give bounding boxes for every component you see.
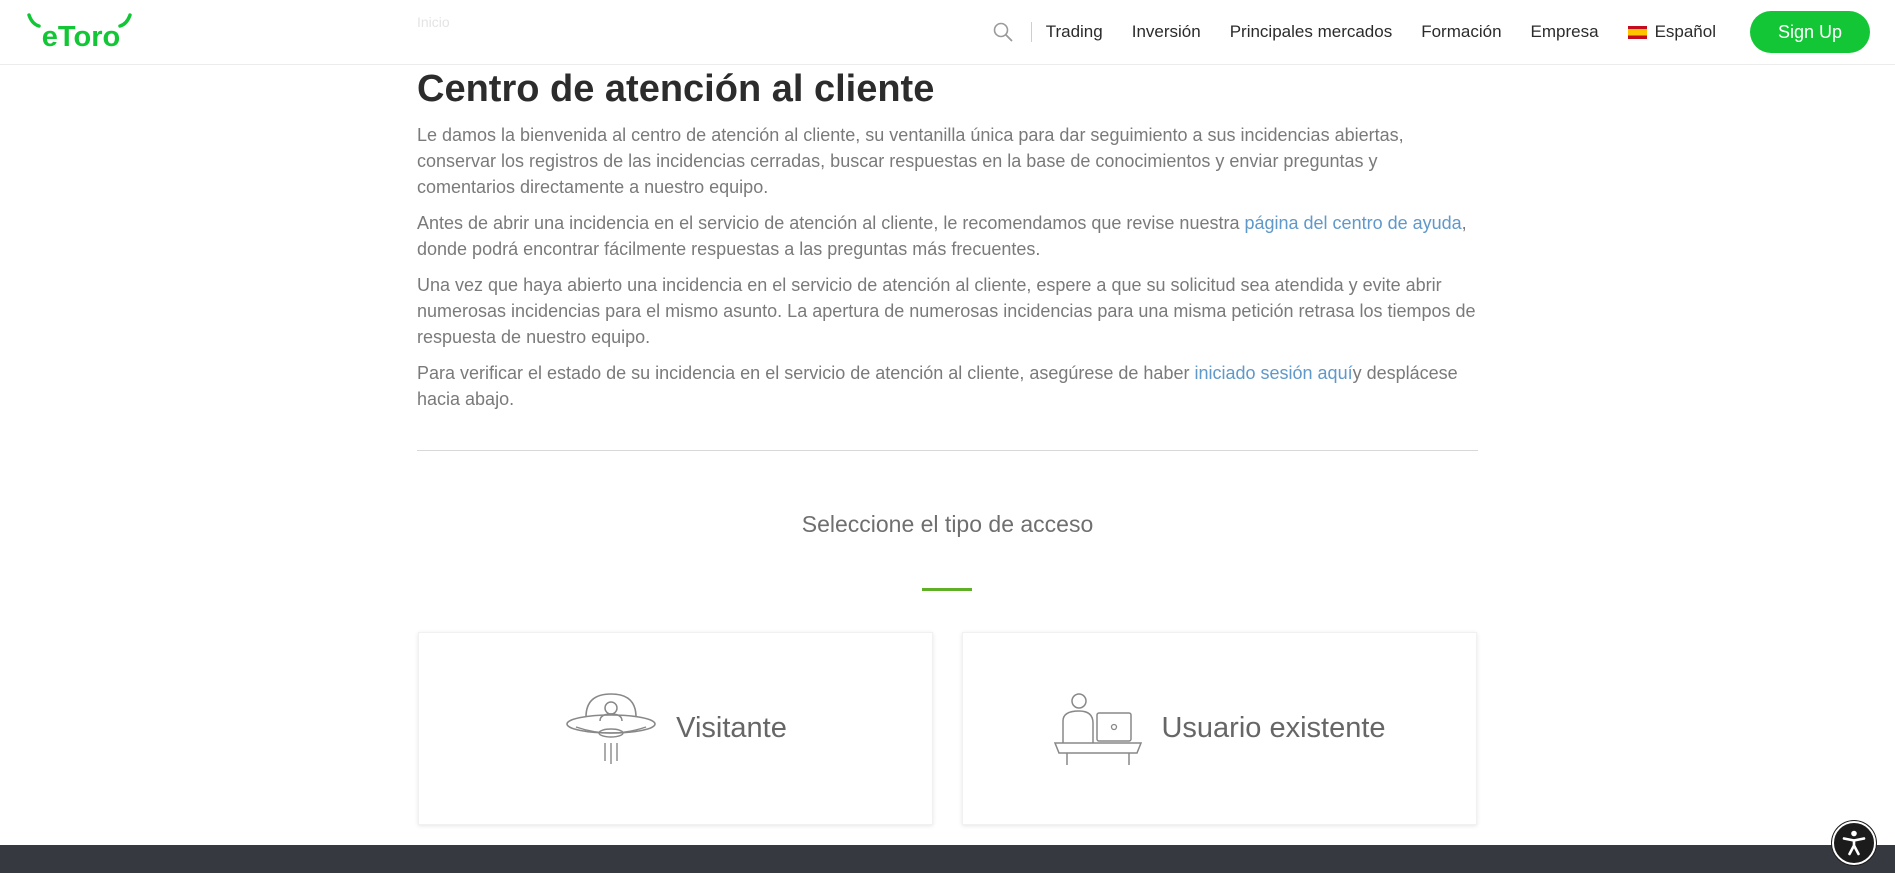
nav-separator <box>1030 22 1032 42</box>
intro-paragraph-3: Una vez que haya abierto una incidencia … <box>417 275 1476 347</box>
language-label: Español <box>1654 22 1716 41</box>
para4-text: Para verificar el estado de su incidenci… <box>417 363 1195 383</box>
footer-bar <box>0 845 1895 873</box>
nav-item-inversion[interactable]: Inversión <box>1132 22 1201 42</box>
signup-button[interactable]: Sign Up <box>1750 11 1870 53</box>
nav-item-mercados[interactable]: Principales mercados <box>1230 22 1393 42</box>
nav-item-trading[interactable]: Trading <box>1046 22 1103 42</box>
intro-paragraph-2: Antes de abrir una incidencia en el serv… <box>417 210 1478 262</box>
visitor-card[interactable]: Visitante <box>418 632 933 825</box>
etoro-logo[interactable]: eToro <box>26 12 136 52</box>
user-laptop-icon <box>1054 692 1143 765</box>
spain-flag-icon <box>1627 25 1647 39</box>
search-button[interactable] <box>989 18 1017 46</box>
intro-section: Centro de atención al cliente Le damos l… <box>417 68 1478 412</box>
help-center-link[interactable]: página del centro de ayuda <box>1244 213 1461 233</box>
visitor-label: Visitante <box>676 712 787 744</box>
nav-item-empresa[interactable]: Empresa <box>1531 22 1599 42</box>
para2-text: Antes de abrir una incidencia en el serv… <box>417 213 1245 233</box>
main-nav: Trading Inversión Principales mercados F… <box>989 10 1870 54</box>
existing-user-label: Usuario existente <box>1161 712 1386 744</box>
section-divider <box>417 450 1478 451</box>
ufo-visitor-icon <box>566 692 656 764</box>
login-link[interactable]: iniciado sesión aquí <box>1194 363 1352 383</box>
accessibility-icon <box>1842 830 1866 856</box>
page-title: Centro de atención al cliente <box>417 68 935 110</box>
access-type-heading: Seleccione el tipo de acceso <box>801 511 1094 537</box>
accessibility-button[interactable] <box>1832 821 1876 865</box>
intro-paragraph-4: Para verificar el estado de su incidenci… <box>417 360 1478 412</box>
heading-accent-line <box>922 588 972 591</box>
search-icon <box>993 22 1013 42</box>
nav-item-formacion[interactable]: Formación <box>1421 22 1501 42</box>
logo-text: eToro <box>42 21 120 52</box>
language-selector[interactable]: Español <box>1627 22 1716 42</box>
existing-user-card[interactable]: Usuario existente <box>962 632 1477 825</box>
intro-paragraph-1: Le damos la bienvenida al centro de aten… <box>417 125 1404 197</box>
breadcrumb[interactable]: Inicio <box>417 14 450 30</box>
top-navigation-bar: eToro Inicio Trading Inversión Principal… <box>0 0 1895 65</box>
